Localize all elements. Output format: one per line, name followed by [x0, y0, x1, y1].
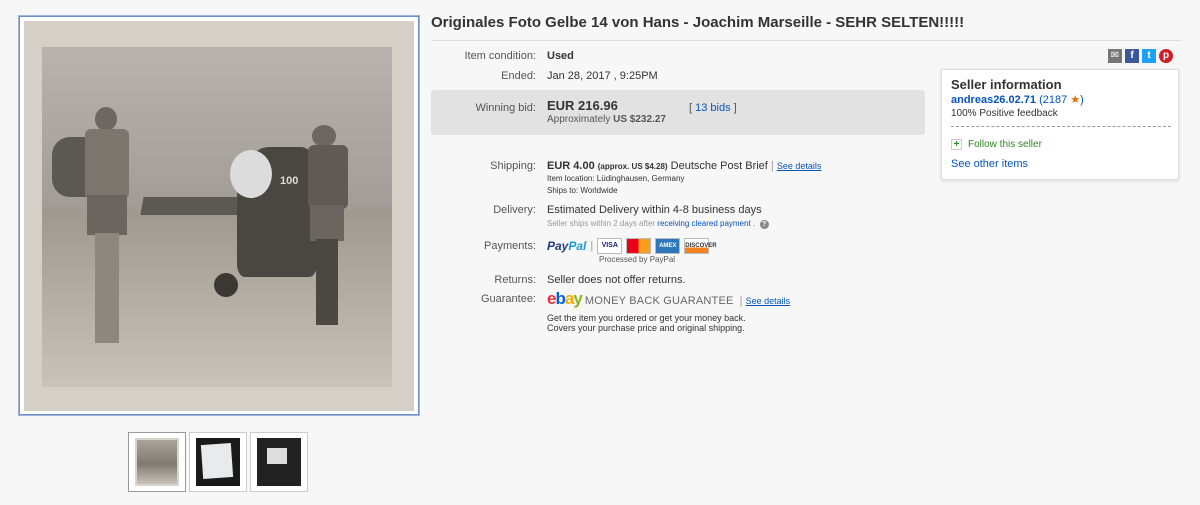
- plane-number: 100: [280, 175, 299, 187]
- main-item-photo[interactable]: 100: [19, 16, 419, 415]
- visa-card-icon: VISA: [597, 238, 623, 254]
- bids-link[interactable]: 13 bids: [695, 102, 730, 114]
- guarantee-line1: Get the item you ordered or get your mon…: [547, 313, 746, 323]
- delivery-note-group: Seller ships within 2 days after receivi…: [547, 219, 769, 229]
- guarantee-details-link[interactable]: See details: [746, 296, 791, 306]
- shipping-value: EUR 4.00: [547, 160, 595, 172]
- returns-label: Returns:: [494, 274, 536, 286]
- bid-count: [ 13 bids ]: [689, 102, 737, 114]
- photo-paper: 100: [24, 21, 414, 411]
- money-back-guarantee: MONEY BACK GUARANTEE: [584, 295, 734, 307]
- cleared-payment-link[interactable]: receiving cleared payment: [657, 219, 750, 228]
- listing-title: Originales Foto Gelbe 14 von Hans - Joac…: [431, 14, 965, 31]
- guarantee-line2: Covers your purchase price and original …: [547, 323, 745, 333]
- guarantee-label: Guarantee:: [480, 293, 536, 305]
- title-divider: [431, 40, 1181, 41]
- delivery-label: Delivery:: [493, 204, 536, 216]
- delivery-value: Estimated Delivery within 4-8 business d…: [547, 204, 762, 216]
- facebook-share-icon[interactable]: f: [1125, 49, 1139, 63]
- paypal-logo-icon: PayPal: [547, 239, 587, 253]
- shipping-label: Shipping:: [490, 160, 536, 172]
- condition-value: Used: [547, 50, 574, 62]
- thumbnail-strip: [128, 432, 308, 492]
- positive-feedback: 100% Positive feedback: [951, 108, 1058, 119]
- payments-label: Payments:: [484, 240, 536, 252]
- help-icon[interactable]: ?: [759, 220, 769, 229]
- see-other-items-link[interactable]: See other items: [951, 158, 1028, 170]
- shipping-value-group: EUR 4.00 (approx. US $4.28) Deutsche Pos…: [547, 160, 822, 172]
- feedback-star-icon: ★: [1070, 94, 1081, 106]
- processed-by-paypal: Processed by PayPal: [599, 255, 676, 264]
- cockpit-blur: [230, 150, 272, 198]
- shipping-service: Deutsche Post Brief: [670, 160, 768, 172]
- plus-icon: +: [951, 139, 962, 150]
- plane-wheel: [214, 273, 238, 297]
- shipping-details-link[interactable]: See details: [777, 161, 822, 171]
- person-left: [77, 107, 137, 347]
- discover-card-icon: DISCOVER: [684, 238, 717, 254]
- shipping-approx: (approx. US $4.28): [597, 162, 668, 171]
- amex-card-icon: AMEX: [655, 238, 681, 254]
- ended-label: Ended:: [501, 70, 536, 82]
- thumbnail-2[interactable]: [189, 432, 247, 492]
- seller-name-link[interactable]: andreas26.02.71: [951, 94, 1036, 106]
- pinterest-share-icon[interactable]: p: [1159, 49, 1173, 63]
- share-icons: ✉ f t p: [1108, 49, 1173, 63]
- person-right: [302, 125, 352, 325]
- seller-name-row: andreas26.02.71 (2187 ★): [951, 94, 1084, 106]
- thumbnail-3[interactable]: [250, 432, 308, 492]
- winning-bid-box: Winning bid: EUR 216.96 Approximately US…: [431, 90, 925, 135]
- photo-image: 100: [42, 47, 392, 387]
- winning-bid-approx: Approximately US $232.27: [547, 114, 666, 125]
- seller-info-panel: Seller information andreas26.02.71 (2187…: [941, 69, 1179, 180]
- ships-to: Ships to: Worldwide: [547, 186, 618, 195]
- returns-value: Seller does not offer returns.: [547, 274, 686, 286]
- item-location: Item location: Lüdinghausen, Germany: [547, 174, 685, 183]
- condition-label: Item condition:: [464, 50, 536, 62]
- seller-divider: [951, 126, 1171, 127]
- winning-bid-value: EUR 216.96: [547, 98, 618, 113]
- feedback-score-link[interactable]: 2187: [1043, 94, 1067, 106]
- guarantee-group: ebay MONEY BACK GUARANTEE | See details: [547, 289, 791, 308]
- delivery-note: Seller ships within 2 days after: [547, 219, 656, 228]
- seller-info-title: Seller information: [951, 77, 1062, 92]
- ebay-logo-icon: ebay: [547, 289, 583, 308]
- follow-seller-button[interactable]: + Follow this seller: [951, 139, 1042, 150]
- ended-value: Jan 28, 2017 , 9:25PM: [547, 70, 658, 82]
- mastercard-icon: [626, 238, 652, 254]
- twitter-share-icon[interactable]: t: [1142, 49, 1156, 63]
- email-share-icon[interactable]: ✉: [1108, 49, 1122, 63]
- winning-bid-label: Winning bid:: [475, 102, 536, 114]
- payment-methods: PayPal | VISA AMEX DISCOVER: [547, 238, 717, 254]
- payments-row: Payments: PayPal | VISA AMEX DISCOVER Pr…: [431, 238, 931, 266]
- thumbnail-1[interactable]: [128, 432, 186, 492]
- follow-seller-label: Follow this seller: [968, 139, 1042, 150]
